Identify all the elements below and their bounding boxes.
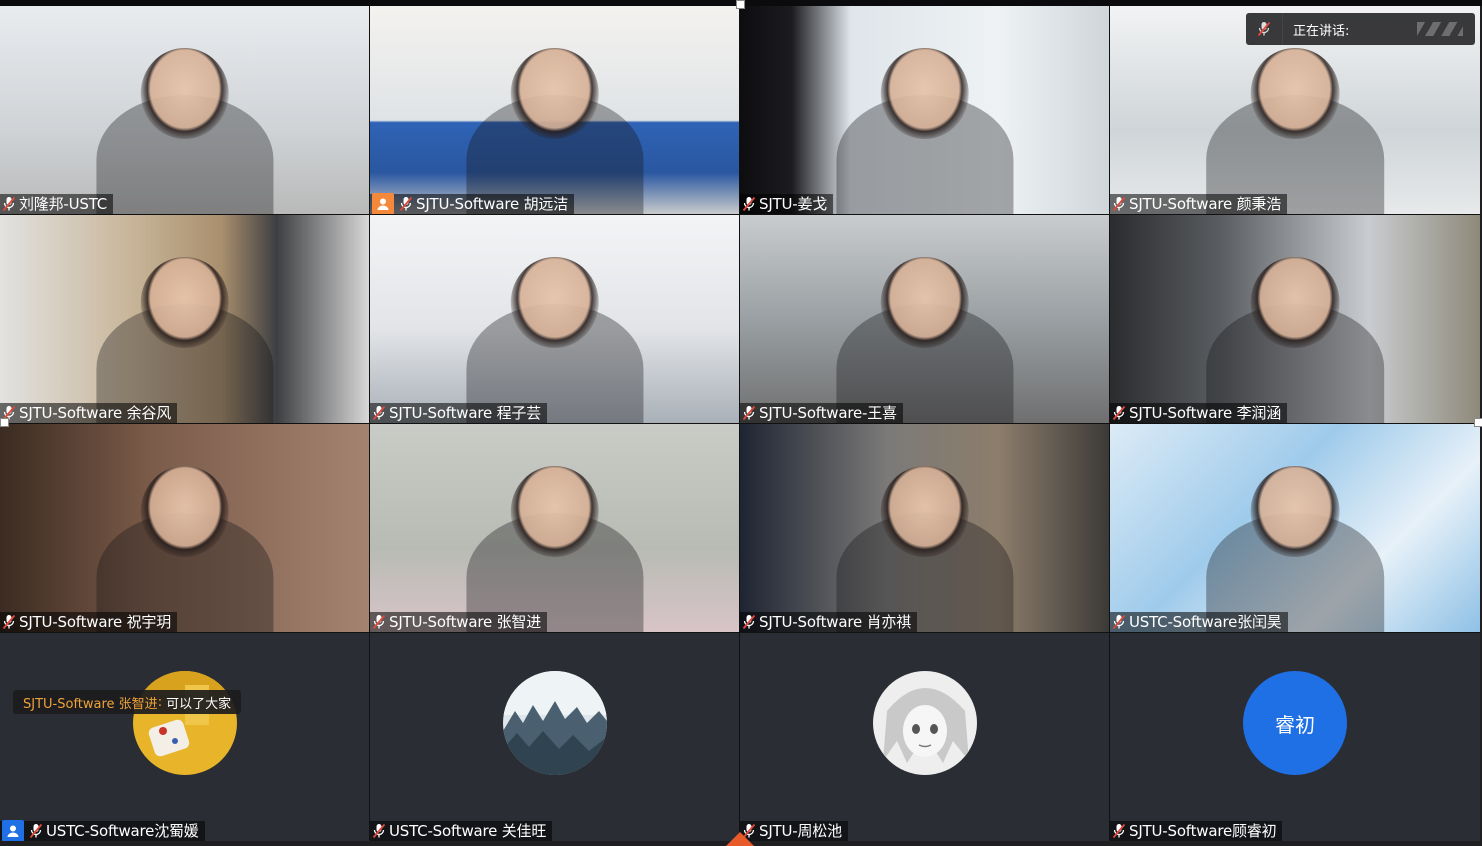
- participant-name: SJTU-Software 李润涵: [1129, 404, 1281, 422]
- participant-tile[interactable]: SJTU-Software-王喜: [740, 215, 1109, 423]
- participant-name-label: SJTU-Software 颜秉浩: [1110, 194, 1287, 214]
- participant-tile[interactable]: 睿初 SJTU-Software顾睿初: [1110, 633, 1480, 841]
- initials-avatar: 睿初: [1243, 671, 1347, 775]
- person-icon: [372, 193, 394, 214]
- mic-muted-icon: [29, 823, 43, 839]
- mic-muted-icon: [1112, 614, 1126, 630]
- mic-muted-icon: [1112, 405, 1126, 421]
- mic-muted-icon: [742, 614, 756, 630]
- participant-name: 刘隆邦-USTC: [19, 195, 108, 213]
- participant-tile[interactable]: SJTU-Software 程子芸: [370, 215, 739, 423]
- participant-name-label: SJTU-姜戈: [740, 194, 834, 214]
- chat-separator: :: [157, 694, 163, 710]
- participant-name: SJTU-Software顾睿初: [1129, 822, 1277, 840]
- participant-name: SJTU-Software 胡远洁: [416, 195, 568, 213]
- mic-muted-icon: [372, 823, 386, 839]
- chat-sender: SJTU-Software 张智进: [23, 696, 158, 712]
- participant-name: SJTU-Software 张智进: [389, 613, 541, 631]
- participant-name-label: SJTU-Software 李润涵: [1110, 403, 1287, 423]
- avatar-initials: 睿初: [1275, 712, 1315, 737]
- participant-tile[interactable]: USTC-Software 关佳旺: [370, 633, 739, 841]
- participant-name-label: SJTU-Software 祝宇玥: [0, 612, 177, 632]
- photo-avatar-forest: [502, 671, 607, 775]
- photo-avatar-anime: [872, 671, 977, 775]
- participant-name-label: SJTU-Software 余谷风: [0, 403, 177, 423]
- participant-name-label: 刘隆邦-USTC: [0, 194, 114, 214]
- mic-muted-icon: [1246, 13, 1283, 45]
- person-icon: [2, 820, 24, 841]
- participant-tile[interactable]: SJTU-Software 祝宇玥: [0, 424, 369, 632]
- participant-name: SJTU-Software 余谷风: [19, 404, 171, 422]
- participant-tile[interactable]: SJTU-周松池: [740, 633, 1109, 841]
- resize-handle[interactable]: [736, 0, 745, 9]
- mic-muted-icon: [1112, 823, 1126, 839]
- participant-name-label: SJTU-Software 张智进: [370, 612, 547, 632]
- participant-name-label: SJTU-Software 肖亦祺: [740, 612, 917, 632]
- participant-tile[interactable]: USTC-Software沈蜀媛: [0, 633, 369, 841]
- resize-handle[interactable]: [0, 418, 9, 427]
- video-grid: 刘隆邦-USTC SJTU-Software 胡远洁 SJTU-姜戈 SJTU-…: [0, 6, 1480, 841]
- expand-toolbar-icon[interactable]: [726, 832, 754, 846]
- participant-name-label: SJTU-周松池: [740, 821, 848, 841]
- mic-muted-icon: [372, 614, 386, 630]
- mic-muted-icon: [372, 405, 386, 421]
- mic-muted-icon: [399, 196, 413, 212]
- participant-name-label: USTC-Software张闰昊: [1110, 612, 1288, 632]
- mic-muted-icon: [1112, 196, 1126, 212]
- participant-tile[interactable]: 刘隆邦-USTC: [0, 6, 369, 214]
- participant-name: USTC-Software张闰昊: [1129, 613, 1282, 631]
- participant-name-label: SJTU-Software 程子芸: [370, 403, 547, 423]
- chat-popup[interactable]: SJTU-Software 张智进 : 可以了大家: [13, 690, 242, 714]
- mic-muted-icon: [742, 196, 756, 212]
- mic-muted-icon: [2, 614, 16, 630]
- participant-name-label: USTC-Software 关佳旺: [370, 821, 553, 841]
- photo-avatar-yellow: [132, 671, 237, 775]
- participant-tile[interactable]: SJTU-姜戈: [740, 6, 1109, 214]
- participant-name: SJTU-Software 肖亦祺: [759, 613, 911, 631]
- resize-handle[interactable]: [1474, 418, 1482, 427]
- participant-tile[interactable]: SJTU-Software 张智进: [370, 424, 739, 632]
- participant-name: USTC-Software 关佳旺: [389, 822, 547, 840]
- participant-name: SJTU-Software-王喜: [759, 404, 897, 422]
- participant-name: SJTU-Software 颜秉浩: [1129, 195, 1281, 213]
- participant-tile[interactable]: SJTU-Software 肖亦祺: [740, 424, 1109, 632]
- speaking-label: 正在讲话:: [1293, 23, 1350, 39]
- chat-message: 可以了大家: [166, 696, 232, 712]
- grip-icon[interactable]: [1417, 22, 1463, 36]
- participant-name-label: SJTU-Software顾睿初: [1110, 821, 1283, 841]
- participant-name: SJTU-Software 程子芸: [389, 404, 541, 422]
- participant-name-label: SJTU-Software 胡远洁: [370, 193, 574, 214]
- participant-name: SJTU-姜戈: [759, 195, 828, 213]
- mic-muted-icon: [2, 196, 16, 212]
- participant-name-label: USTC-Software沈蜀媛: [0, 820, 205, 841]
- participant-tile[interactable]: SJTU-Software 胡远洁: [370, 6, 739, 214]
- participant-name: SJTU-周松池: [759, 822, 842, 840]
- participant-tile[interactable]: SJTU-Software 李润涵: [1110, 215, 1480, 423]
- speaking-indicator[interactable]: 正在讲话:: [1246, 13, 1475, 45]
- participant-name: USTC-Software沈蜀媛: [46, 822, 199, 840]
- participant-tile[interactable]: SJTU-Software 余谷风: [0, 215, 369, 423]
- participant-tile[interactable]: USTC-Software张闰昊: [1110, 424, 1480, 632]
- participant-name: SJTU-Software 祝宇玥: [19, 613, 171, 631]
- participant-name-label: SJTU-Software-王喜: [740, 403, 903, 423]
- mic-muted-icon: [742, 405, 756, 421]
